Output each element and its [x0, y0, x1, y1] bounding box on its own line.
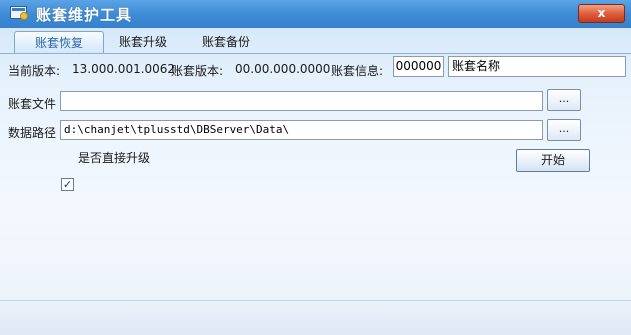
app-window: 账套维护工具 x 账套恢复 账套升级 账套备份 当前版本: 13.000.001…: [0, 0, 631, 335]
tab-backup[interactable]: 账套备份: [193, 31, 259, 54]
account-name-field[interactable]: 账套名称: [448, 56, 626, 77]
window-title: 账套维护工具: [36, 6, 133, 24]
start-button[interactable]: 开始: [516, 149, 590, 172]
app-icon-dot: [20, 12, 28, 20]
tab-divider: [0, 53, 631, 54]
account-info-label: 账套信息:: [331, 64, 384, 78]
data-path-label: 数据路径: [8, 126, 57, 140]
close-button[interactable]: x: [578, 4, 625, 23]
app-window-icon: [10, 6, 28, 20]
direct-upgrade-label: 是否直接升级: [78, 151, 151, 165]
tab-upgrade[interactable]: 账套升级: [110, 31, 176, 54]
title-bar: 账套维护工具 x: [0, 0, 631, 28]
data-path-input[interactable]: d:\chanjet\tplusstd\DBServer\Data\: [60, 120, 543, 140]
current-version-label: 当前版本:: [8, 64, 61, 78]
current-version-value: 13.000.001.0062: [72, 62, 176, 76]
account-version-label: 账套版本:: [171, 64, 224, 78]
account-file-input[interactable]: [60, 91, 543, 111]
browse-path-button[interactable]: ...: [547, 119, 581, 141]
account-code-field[interactable]: 000000: [393, 56, 444, 77]
account-file-label: 账套文件: [8, 97, 57, 111]
client-area: 账套恢复 账套升级 账套备份 当前版本: 13.000.001.0062 账套版…: [0, 28, 631, 335]
account-version-value: 00.00.000.0000: [235, 62, 331, 76]
browse-file-button[interactable]: ...: [547, 89, 581, 111]
footer-divider: [0, 300, 631, 301]
direct-upgrade-checkbox[interactable]: ✓: [61, 178, 74, 191]
tab-restore[interactable]: 账套恢复: [14, 31, 104, 54]
app-icon-bar: [12, 8, 25, 11]
